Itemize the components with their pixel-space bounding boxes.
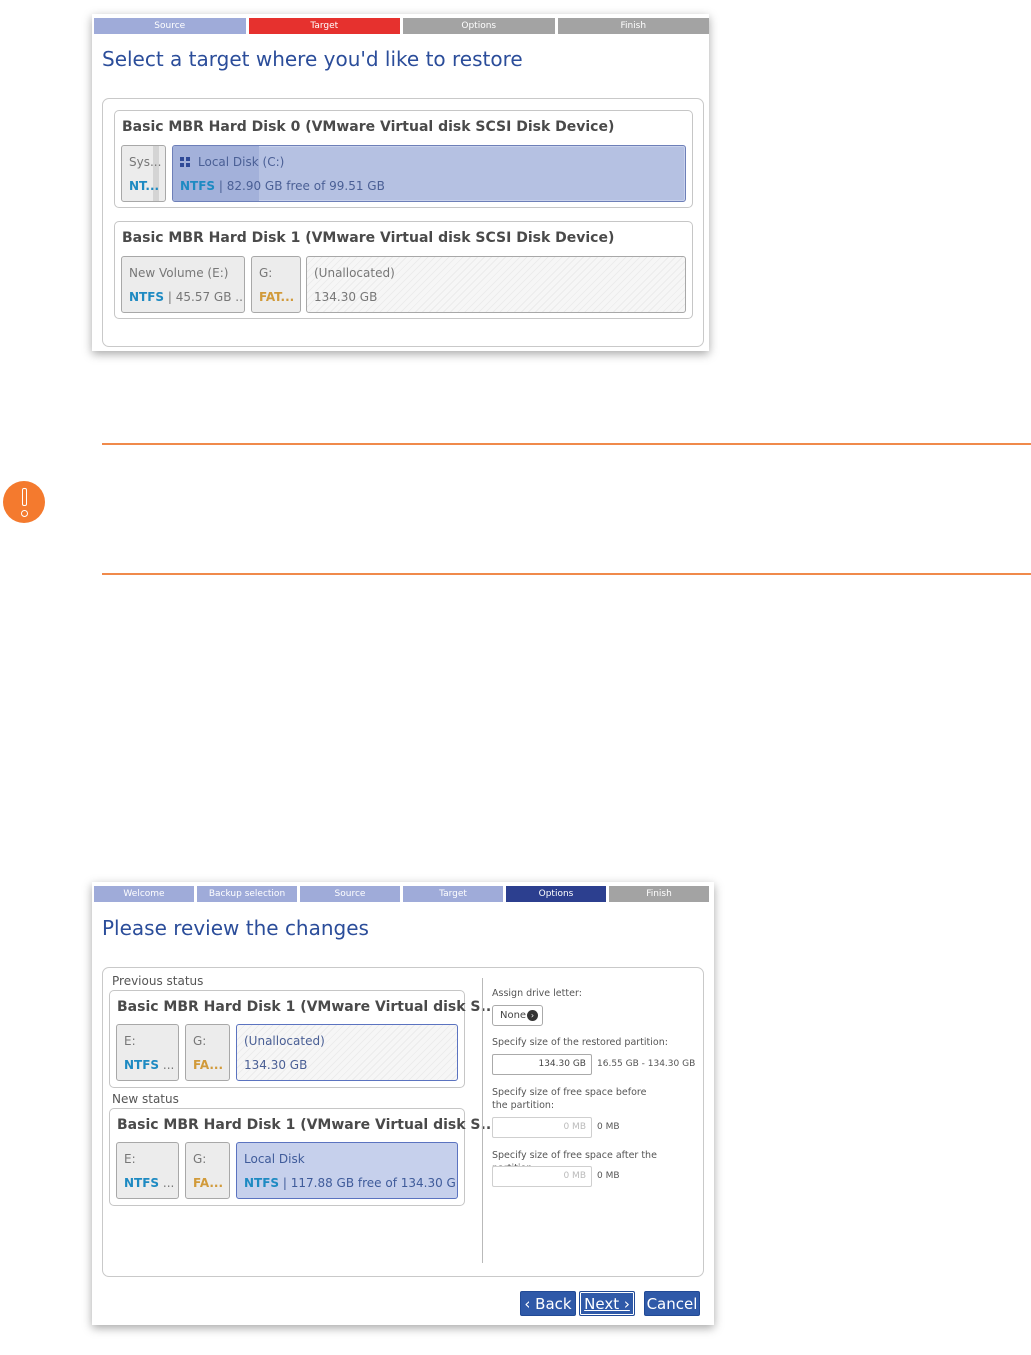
partition-name: G: bbox=[259, 266, 273, 280]
disk-title: Basic MBR Hard Disk 0 (VMware Virtual di… bbox=[122, 119, 615, 135]
free-before-value: 0 MB bbox=[597, 1122, 620, 1132]
partition-info: NTFS | 82.90 GB free of 99.51 GB bbox=[180, 179, 385, 193]
next-button[interactable]: Next › bbox=[579, 1291, 635, 1316]
partition-name: New Volume (E:) bbox=[129, 266, 229, 280]
partition-name: G: bbox=[193, 1034, 207, 1048]
free-before-label: Specify size of free space before the pa… bbox=[492, 1087, 647, 1111]
restored-size-input[interactable]: 134.30 GB bbox=[492, 1054, 592, 1075]
partition-system[interactable]: Sys... NT... bbox=[121, 145, 166, 202]
filesystem-label: NTFS bbox=[129, 290, 165, 304]
partition-e[interactable]: E: NTFS ... bbox=[116, 1024, 179, 1081]
exclamation-icon bbox=[3, 481, 45, 523]
step-target: Target bbox=[403, 886, 503, 902]
target-selection-screenshot: Source Target Options Finish Select a ta… bbox=[92, 14, 709, 351]
step-finish: Finish bbox=[609, 886, 709, 902]
previous-status-label: Previous status bbox=[112, 974, 204, 988]
free-before-input[interactable]: 0 MB bbox=[492, 1117, 592, 1138]
cancel-button[interactable]: Cancel bbox=[644, 1291, 700, 1316]
partition-name: Sys... bbox=[129, 155, 162, 169]
filesystem-label: NTFS bbox=[244, 1176, 280, 1190]
partition-info: NTFS | 117.88 GB free of 134.30 GB bbox=[244, 1176, 458, 1190]
partition-name: (Unallocated) bbox=[314, 266, 395, 280]
partition-info: NTFS ... bbox=[124, 1058, 175, 1072]
disk-1[interactable]: Basic MBR Hard Disk 1 (VMware Virtual di… bbox=[114, 221, 693, 319]
filesystem-label: FAT... bbox=[259, 290, 295, 304]
disk-list-panel: Basic MBR Hard Disk 0 (VMware Virtual di… bbox=[102, 98, 704, 347]
options-divider bbox=[482, 978, 483, 1263]
partition-name: E: bbox=[124, 1152, 136, 1166]
partition-name: E: bbox=[124, 1034, 136, 1048]
partition-info: FA... bbox=[193, 1176, 223, 1190]
new-disk: Basic MBR Hard Disk 1 (VMware Virtual di… bbox=[109, 1108, 496, 1206]
step-source: Source bbox=[300, 886, 400, 902]
partition-name: G: bbox=[193, 1152, 207, 1166]
partition-info: NTFS | 45.57 GB ... bbox=[129, 290, 245, 304]
partition-info: FA... bbox=[193, 1058, 223, 1072]
page-title: Select a target where you'd like to rest… bbox=[102, 47, 523, 71]
size-range-text: 16.55 GB - 134.30 GB bbox=[597, 1059, 696, 1069]
wizard-steps: Source Target Options Finish bbox=[94, 18, 709, 34]
step-finish: Finish bbox=[557, 18, 709, 34]
partition-local-disk[interactable]: Local Disk NTFS | 117.88 GB free of 134.… bbox=[236, 1142, 458, 1199]
step-source: Source bbox=[94, 18, 246, 34]
free-after-value: 0 MB bbox=[597, 1171, 620, 1181]
step-options: Options bbox=[506, 886, 606, 902]
exclamation-bar bbox=[22, 488, 27, 506]
step-welcome: Welcome bbox=[94, 886, 194, 902]
partition-local-disk-c[interactable]: Local Disk (C:) NTFS | 82.90 GB free of … bbox=[172, 145, 686, 202]
filesystem-label: FA... bbox=[193, 1058, 224, 1072]
wizard-steps: Welcome Backup selection Source Target O… bbox=[94, 886, 709, 902]
drive-letter-dropdown[interactable]: None › bbox=[492, 1005, 543, 1026]
free-after-input[interactable]: 0 MB bbox=[492, 1166, 592, 1187]
partition-info: FAT... bbox=[259, 290, 294, 304]
partition-g[interactable]: G: FAT... bbox=[251, 256, 301, 313]
partition-e[interactable]: E: NTFS ... bbox=[116, 1142, 179, 1199]
step-options: Options bbox=[403, 18, 555, 34]
restored-size-label: Specify size of the restored partition: bbox=[492, 1037, 668, 1048]
filesystem-label: NTFS bbox=[124, 1058, 160, 1072]
note-bottom-rule bbox=[102, 573, 1031, 575]
partition-name: Local Disk (C:) bbox=[180, 155, 284, 169]
partition-info: NTFS ... bbox=[124, 1176, 175, 1190]
filesystem-label: NT... bbox=[129, 179, 160, 193]
review-changes-screenshot: Welcome Backup selection Source Target O… bbox=[92, 882, 714, 1325]
assign-drive-letter-label: Assign drive letter: bbox=[492, 988, 582, 999]
previous-disk: Basic MBR Hard Disk 1 (VMware Virtual di… bbox=[109, 990, 496, 1088]
arrow-right-icon: › bbox=[527, 1010, 538, 1021]
partition-unallocated[interactable]: (Unallocated) 134.30 GB bbox=[236, 1024, 458, 1081]
partition-g[interactable]: G: FA... bbox=[185, 1024, 230, 1081]
step-target: Target bbox=[248, 18, 400, 34]
exclamation-dot bbox=[21, 510, 28, 517]
partition-unallocated[interactable]: (Unallocated) 134.30 GB bbox=[306, 256, 686, 313]
partition-info: 134.30 GB bbox=[314, 290, 378, 304]
windows-icon bbox=[180, 157, 190, 167]
new-status-label: New status bbox=[112, 1092, 179, 1106]
filesystem-label: FA... bbox=[193, 1176, 224, 1190]
disk-title: Basic MBR Hard Disk 1 (VMware Virtual di… bbox=[117, 999, 497, 1015]
partition-name: Local Disk bbox=[244, 1152, 305, 1166]
note-top-rule bbox=[102, 443, 1031, 445]
partition-g[interactable]: G: FA... bbox=[185, 1142, 230, 1199]
partition-name: (Unallocated) bbox=[244, 1034, 325, 1048]
disk-title: Basic MBR Hard Disk 1 (VMware Virtual di… bbox=[122, 230, 615, 246]
page-title: Please review the changes bbox=[102, 916, 369, 940]
partition-info: 134.30 GB bbox=[244, 1058, 308, 1072]
filesystem-label: NTFS bbox=[180, 179, 216, 193]
step-backup-selection: Backup selection bbox=[197, 886, 297, 902]
disk-0[interactable]: Basic MBR Hard Disk 0 (VMware Virtual di… bbox=[114, 110, 693, 208]
partition-new-volume-e[interactable]: New Volume (E:) NTFS | 45.57 GB ... bbox=[121, 256, 245, 313]
back-button[interactable]: ‹ Back bbox=[520, 1291, 576, 1316]
filesystem-label: NTFS bbox=[124, 1176, 160, 1190]
partition-info: NT... bbox=[129, 179, 159, 193]
disk-title: Basic MBR Hard Disk 1 (VMware Virtual di… bbox=[117, 1117, 497, 1133]
